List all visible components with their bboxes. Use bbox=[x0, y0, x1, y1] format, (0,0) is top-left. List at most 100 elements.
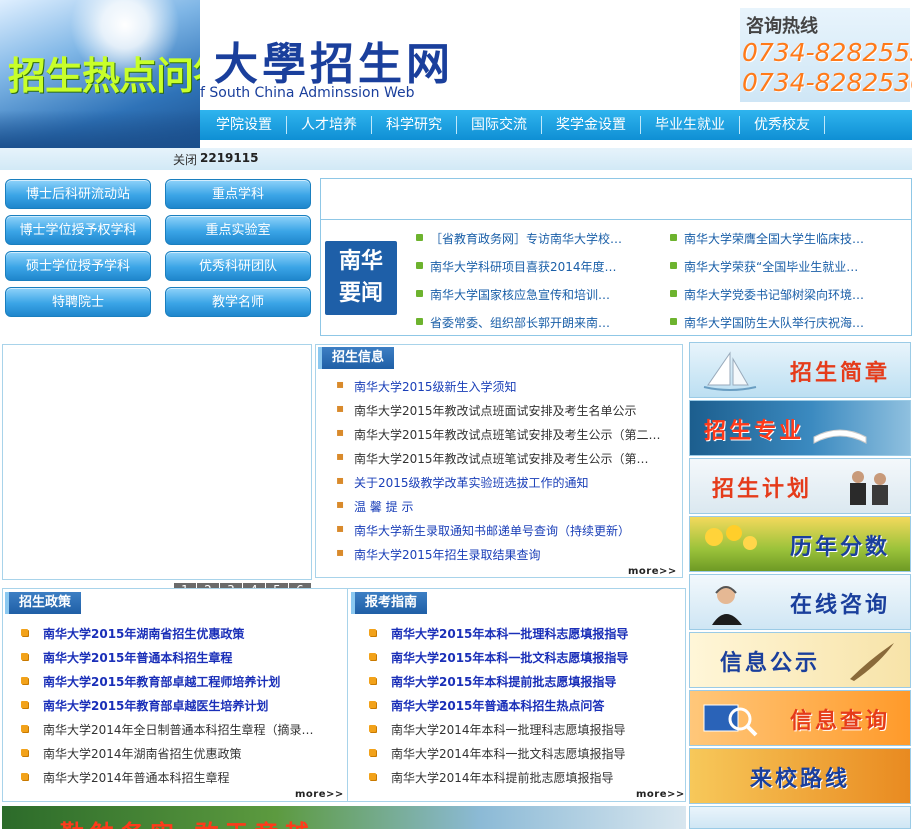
nav-item-employment[interactable]: 毕业生就业 bbox=[641, 116, 740, 134]
headset-operator-icon bbox=[712, 586, 742, 625]
nav-item-colleges[interactable]: 学院设置 bbox=[202, 116, 287, 134]
info-query-label: 信息查询 bbox=[789, 708, 890, 734]
hotline-number-1: 0734-8282553 bbox=[742, 38, 912, 67]
main-nav: 学院设置 人才培养 科学研究 国际交流 奖学金设置 毕业生就业 优秀校友 bbox=[200, 110, 912, 140]
online-consult-button[interactable]: 在线咨询 bbox=[689, 574, 911, 630]
admission-info-item[interactable]: 南华大学2015年教改试点班笔试安排及考生公示（第二… bbox=[336, 425, 661, 443]
news-item[interactable]: 南华大学科研项目喜获2014年度… bbox=[416, 258, 656, 275]
master-disciplines-button[interactable]: 硕士学位授予学科 bbox=[5, 251, 151, 281]
policy-title[interactable]: 招生政策 bbox=[5, 592, 82, 614]
guide-item[interactable]: 南华大学2015年本科提前批志愿填报指导 bbox=[369, 673, 616, 690]
nav-item-alumni[interactable]: 优秀校友 bbox=[740, 116, 825, 134]
policy-item[interactable]: 南华大学2015年普通本科招生章程 bbox=[21, 649, 232, 666]
guide-title[interactable]: 报考指南 bbox=[351, 592, 428, 614]
academicians-button[interactable]: 特聘院士 bbox=[5, 287, 151, 317]
news-badge: 南华 要闻 bbox=[325, 241, 397, 315]
news-item[interactable]: 南华大学党委书记邹树梁向环境… bbox=[670, 286, 910, 303]
policy-guide-panel: 招生政策 报考指南 南华大学2015年湖南省招生优惠政策 南华大学2015年普通… bbox=[2, 588, 686, 802]
policy-more-link[interactable]: more>> bbox=[295, 789, 344, 800]
news-panel: 南华 要闻 ［省教育政务网］专访南华大学校… 南华大学科研项目喜获2014年度…… bbox=[320, 178, 912, 336]
admission-info-title[interactable]: 招生信息 bbox=[318, 347, 395, 369]
nav-item-international[interactable]: 国际交流 bbox=[457, 116, 542, 134]
guide-item[interactable]: 南华大学2014年本科一批文科志愿填报指导 bbox=[369, 745, 626, 762]
admission-info-panel: 招生信息 南华大学2015级新生入学须知 南华大学2015年教改试点班面试安排及… bbox=[315, 344, 683, 578]
guide-item[interactable]: 南华大学2015年本科一批文科志愿填报指导 bbox=[369, 649, 628, 666]
key-labs-button[interactable]: 重点实验室 bbox=[165, 215, 311, 245]
quill-pen-icon bbox=[850, 643, 894, 681]
admission-info-item[interactable]: 温 馨 提 示 bbox=[336, 497, 413, 515]
famous-teachers-button[interactable]: 教学名师 bbox=[165, 287, 311, 317]
enrollment-plan-label: 招生计划 bbox=[712, 476, 813, 502]
doctoral-disciplines-button[interactable]: 博士学位授予权学科 bbox=[5, 215, 151, 245]
admission-info-item[interactable]: 南华大学2015年招生录取结果查询 bbox=[336, 545, 541, 563]
nav-item-research[interactable]: 科学研究 bbox=[372, 116, 457, 134]
hotline-panel: 咨询热线 0734-8282553 0734-8282530 bbox=[740, 8, 912, 102]
campus-route-button[interactable]: 来校路线 bbox=[689, 748, 911, 804]
info-disclosure-button[interactable]: 信息公示 bbox=[689, 632, 911, 688]
admission-info-item[interactable]: 南华大学2015年教改试点班笔试安排及考生公示（第… bbox=[336, 449, 649, 467]
policy-item[interactable]: 南华大学2015年湖南省招生优惠政策 bbox=[21, 625, 244, 642]
policy-item[interactable]: 南华大学2015年教育部卓越工程师培养计划 bbox=[21, 673, 280, 690]
notice-bar: 关闭 2219115 bbox=[0, 148, 912, 170]
admission-info-item[interactable]: 南华大学2015级新生入学须知 bbox=[336, 377, 517, 395]
guide-item[interactable]: 南华大学2014年本科一批理科志愿填报指导 bbox=[369, 721, 626, 738]
campus-banner: 勤勉务实 敢于竞越 bbox=[2, 806, 686, 829]
majors-label: 招生专业 bbox=[704, 418, 805, 444]
sailboat-icon bbox=[703, 351, 757, 391]
key-disciplines-button[interactable]: 重点学科 bbox=[165, 179, 311, 209]
campus-route-label: 来校路线 bbox=[750, 766, 851, 792]
past-scores-button[interactable]: 历年分数 bbox=[689, 516, 911, 572]
news-item[interactable]: ［省教育政务网］专访南华大学校… bbox=[416, 230, 656, 247]
site-logo-chinese[interactable]: 大學招生网 bbox=[214, 28, 454, 92]
admission-brochure-button[interactable]: 招生简章 bbox=[689, 342, 911, 398]
more-side-button[interactable] bbox=[689, 806, 911, 829]
guide-item[interactable]: 南华大学2014年本科提前批志愿填报指导 bbox=[369, 769, 614, 786]
guide-more-link[interactable]: more>> bbox=[636, 789, 685, 800]
close-link[interactable]: 关闭 bbox=[173, 151, 197, 168]
policy-item[interactable]: 南华大学2014年普通本科招生章程 bbox=[21, 769, 230, 786]
notice-number: 2219115 bbox=[200, 151, 259, 165]
majors-button[interactable]: 招生专业 bbox=[689, 400, 911, 456]
admission-brochure-label: 招生简章 bbox=[789, 360, 890, 386]
info-disclosure-label: 信息公示 bbox=[720, 650, 821, 676]
admission-info-more-link[interactable]: more>> bbox=[628, 566, 677, 577]
news-item[interactable]: 南华大学国防生大队举行庆祝海… bbox=[670, 314, 910, 331]
slideshow-panel bbox=[2, 344, 312, 580]
nav-item-scholarship[interactable]: 奖学金设置 bbox=[542, 116, 641, 134]
postdoc-station-button[interactable]: 博士后科研流动站 bbox=[5, 179, 151, 209]
news-badge-line1: 南华 bbox=[338, 248, 383, 274]
guide-item[interactable]: 南华大学2015年普通本科招生热点问答 bbox=[369, 697, 604, 714]
hot-qa-banner[interactable]: 招生热点问答 bbox=[0, 0, 200, 150]
policy-item[interactable]: 南华大学2014年全日制普通本科招生章程（摘录… bbox=[21, 721, 314, 738]
magnifier-icon bbox=[703, 704, 758, 737]
hotline-number-2: 0734-8282530 bbox=[742, 68, 912, 97]
hot-qa-banner-text: 招生热点问答 bbox=[8, 53, 200, 98]
admission-info-item[interactable]: 南华大学新生录取通知书邮递单号查询（持续更新） bbox=[336, 521, 630, 539]
news-item[interactable]: 南华大学荣膺全国大学生临床技… bbox=[670, 230, 910, 247]
news-item[interactable]: 省委常委、组织部长郭开朗来南… bbox=[416, 314, 656, 331]
news-item[interactable]: 南华大学国家核应急宣传和培训… bbox=[416, 286, 656, 303]
guide-item[interactable]: 南华大学2015年本科一批理科志愿填报指导 bbox=[369, 625, 628, 642]
nav-item-talent[interactable]: 人才培养 bbox=[287, 116, 372, 134]
policy-item[interactable]: 南华大学2014年湖南省招生优惠政策 bbox=[21, 745, 242, 762]
admission-info-item[interactable]: 关于2015级教学改革实验班选拔工作的通知 bbox=[336, 473, 589, 491]
past-scores-label: 历年分数 bbox=[789, 534, 890, 560]
admission-info-item[interactable]: 南华大学2015年教改试点班面试安排及考生名单公示 bbox=[336, 401, 637, 419]
panel-divider bbox=[347, 589, 348, 801]
hotline-title: 咨询热线 bbox=[746, 16, 818, 37]
research-teams-button[interactable]: 优秀科研团队 bbox=[165, 251, 311, 281]
open-book-icon bbox=[813, 429, 867, 444]
info-query-button[interactable]: 信息查询 bbox=[689, 690, 911, 746]
site-header: 招生热点问答 大學招生网 f South China Adminssion We… bbox=[0, 0, 912, 150]
enrollment-plan-button[interactable]: 招生计划 bbox=[689, 458, 911, 514]
news-divider bbox=[321, 219, 911, 220]
news-badge-line2: 要闻 bbox=[338, 280, 383, 306]
site-logo-english: f South China Adminssion Web bbox=[200, 85, 415, 101]
business-people-icon bbox=[850, 471, 888, 505]
news-item[interactable]: 南华大学荣获“全国毕业生就业… bbox=[670, 258, 910, 275]
policy-item[interactable]: 南华大学2015年教育部卓越医生培养计划 bbox=[21, 697, 268, 714]
flowers-icon bbox=[705, 525, 757, 550]
banner-shade bbox=[0, 110, 200, 150]
campus-banner-text: 勤勉务实 敢于竞越 bbox=[60, 814, 314, 829]
online-consult-label: 在线咨询 bbox=[789, 592, 890, 618]
